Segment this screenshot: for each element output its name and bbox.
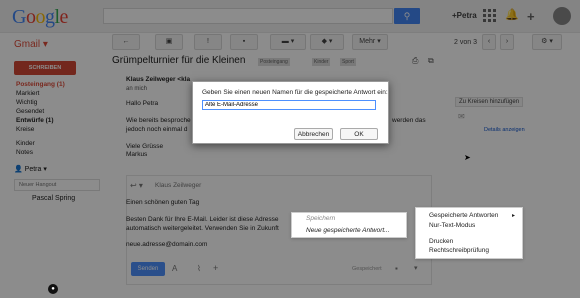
submenu-arrow-icon: ▸ — [512, 213, 516, 219]
submenu-item-save[interactable]: Speichern — [306, 215, 335, 222]
menu-item-spellcheck[interactable]: Rechtschreibprüfung — [429, 247, 489, 254]
mouse-cursor-icon: ➤ — [464, 153, 471, 162]
chat-bubble-icon[interactable]: ● — [48, 284, 58, 294]
response-name-input[interactable] — [202, 100, 376, 110]
menu-item-canned-responses[interactable]: Gespeicherte Antworten — [429, 212, 498, 219]
ok-button[interactable]: OK — [340, 128, 378, 140]
menu-item-print[interactable]: Drucken — [429, 238, 453, 245]
cancel-button[interactable]: Abbrechen — [294, 128, 333, 140]
dialog-question: Geben Sie einen neuen Namen für die gesp… — [202, 89, 388, 96]
submenu-item-new-response[interactable]: Neue gespeicherte Antwort... — [306, 227, 390, 234]
menu-item-plain-text[interactable]: Nur-Text-Modus — [429, 222, 475, 229]
